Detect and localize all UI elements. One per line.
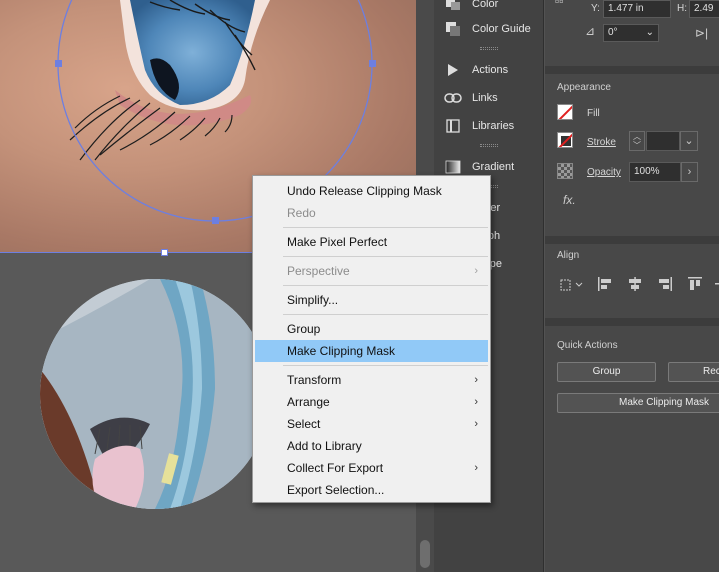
dock-item-color-guide[interactable]: Color Guide (434, 15, 544, 43)
section-divider (545, 236, 719, 244)
align-horizontal-center-icon[interactable] (627, 276, 643, 292)
chevron-right-icon: › (474, 265, 478, 277)
link-icon (444, 90, 462, 106)
menu-item-select[interactable]: Select › (255, 413, 488, 435)
opacity-icon (557, 163, 573, 179)
none-slash-icon (558, 105, 572, 119)
menu-item-label: Transform (287, 373, 342, 387)
appearance-title: Appearance (557, 82, 611, 93)
menu-item-export-selection[interactable]: Export Selection... (255, 479, 488, 501)
menu-item-label: Make Clipping Mask (287, 344, 396, 358)
menu-item-redo: Redo (255, 202, 488, 224)
menu-item-label: Arrange (287, 395, 330, 409)
menu-item-make-clipping-mask[interactable]: Make Clipping Mask (255, 340, 488, 362)
menu-separator (283, 227, 488, 228)
menu-item-add-to-library[interactable]: Add to Library (255, 435, 488, 457)
chevron-right-icon: › (474, 396, 478, 408)
menu-item-simplify[interactable]: Simplify... (255, 289, 488, 311)
rotate-value: 0° (608, 27, 618, 38)
color-guide-icon (444, 21, 462, 37)
menu-item-label: Add to Library (287, 439, 362, 453)
h-label: H: (677, 3, 687, 14)
height-field[interactable]: 2.49 (689, 0, 719, 18)
make-clipping-mask-button[interactable]: Make Clipping Mask (557, 393, 719, 413)
stroke-weight-field[interactable] (646, 131, 680, 151)
fill-label: Fill (587, 108, 600, 119)
dock-item-label: Color (472, 0, 499, 10)
chevron-right-icon: › (474, 374, 478, 386)
chevron-right-icon: › (474, 462, 478, 474)
align-more-icon[interactable] (713, 276, 719, 292)
menu-item-label: Simplify... (287, 293, 339, 307)
section-divider (545, 66, 719, 74)
align-right-icon[interactable] (657, 276, 673, 292)
chevron-right-icon: › (474, 418, 478, 430)
stroke-label[interactable]: Stroke (587, 137, 616, 148)
selection-handle[interactable] (161, 249, 168, 256)
menu-separator (283, 285, 488, 286)
menu-item-label: Select (287, 417, 321, 431)
play-icon (444, 62, 462, 78)
group-button[interactable]: Group (557, 362, 656, 382)
dock-item-actions[interactable]: Actions (434, 56, 544, 84)
menu-item-label: Group (287, 322, 321, 336)
clipped-eye-illustration (40, 279, 270, 509)
menu-item-label: Collect For Export (287, 461, 384, 475)
color-icon (444, 0, 462, 12)
stroke-weight-dropdown[interactable]: ⌄ (680, 131, 698, 151)
libraries-icon (444, 118, 462, 134)
menu-item-label: Export Selection... (287, 483, 385, 497)
dock-grip[interactable] (480, 144, 498, 147)
clipped-eye-circle-image[interactable] (40, 279, 270, 509)
menu-item-label: Make Pixel Perfect (287, 235, 388, 249)
fx-effects-button[interactable]: fx. (563, 193, 576, 207)
opacity-label[interactable]: Opacity (587, 167, 621, 178)
opacity-field[interactable]: 100% (629, 162, 681, 182)
rotate-icon: ⊿ (585, 24, 596, 38)
gradient-icon (444, 159, 462, 175)
menu-separator (283, 256, 488, 257)
opacity-dropdown[interactable]: › (681, 162, 698, 182)
menu-item-transform[interactable]: Transform › (255, 369, 488, 391)
chevron-down-icon: ⌄ (645, 27, 654, 38)
menu-item-make-pixel-perfect[interactable]: Make Pixel Perfect (255, 231, 488, 253)
section-divider (545, 318, 719, 326)
menu-item-collect-for-export[interactable]: Collect For Export › (255, 457, 488, 479)
menu-item-label: Perspective (287, 264, 350, 278)
menu-separator (283, 365, 488, 366)
stroke-weight-stepper[interactable]: ︿ ﹀ (629, 131, 645, 151)
dock-item-label: Color Guide (472, 23, 531, 35)
context-menu: Undo Release Clipping Mask Redo Make Pix… (252, 175, 491, 503)
align-to-selection-icon[interactable] (559, 276, 585, 292)
y-position-field[interactable]: 1.477 in (603, 0, 671, 18)
menu-item-perspective: Perspective › (255, 260, 488, 282)
align-title: Align (557, 250, 580, 261)
menu-item-group[interactable]: Group (255, 318, 488, 340)
stroke-none-icon (558, 133, 572, 147)
menu-item-label: Undo Release Clipping Mask (287, 184, 442, 198)
align-left-icon[interactable] (597, 276, 613, 292)
recolor-button[interactable]: Reco (668, 362, 719, 382)
rotate-field[interactable]: 0° ⌄ (603, 24, 659, 42)
dock-grip[interactable] (480, 47, 498, 50)
dock-item-label: Links (472, 92, 498, 104)
quick-actions-title: Quick Actions (557, 340, 618, 351)
dock-item-libraries[interactable]: Libraries (434, 112, 544, 140)
dock-item-label: Actions (472, 64, 509, 76)
menu-item-label: Redo (287, 206, 316, 220)
dock-item-label: Libraries (472, 120, 515, 132)
properties-panel: ▫▫ Y: 1.477 in H: 2.49 ⊿ 0° ⌄ ⊳| Appeara… (545, 0, 719, 572)
menu-item-arrange[interactable]: Arrange › (255, 391, 488, 413)
y-label: Y: (591, 3, 600, 14)
dock-item-links[interactable]: Links (434, 84, 544, 112)
fill-swatch[interactable] (557, 104, 573, 120)
link-width-height-icon[interactable]: ▫▫ (555, 0, 564, 8)
menu-separator (283, 314, 488, 315)
dock-item-label: Gradient (472, 161, 515, 173)
stroke-swatch[interactable] (557, 132, 573, 148)
scrollbar-thumb[interactable] (420, 540, 430, 568)
flip-horizontal-icon[interactable]: ⊳| (695, 26, 708, 40)
align-top-icon[interactable] (687, 276, 703, 292)
menu-item-undo-release-clipping-mask[interactable]: Undo Release Clipping Mask (255, 180, 488, 202)
